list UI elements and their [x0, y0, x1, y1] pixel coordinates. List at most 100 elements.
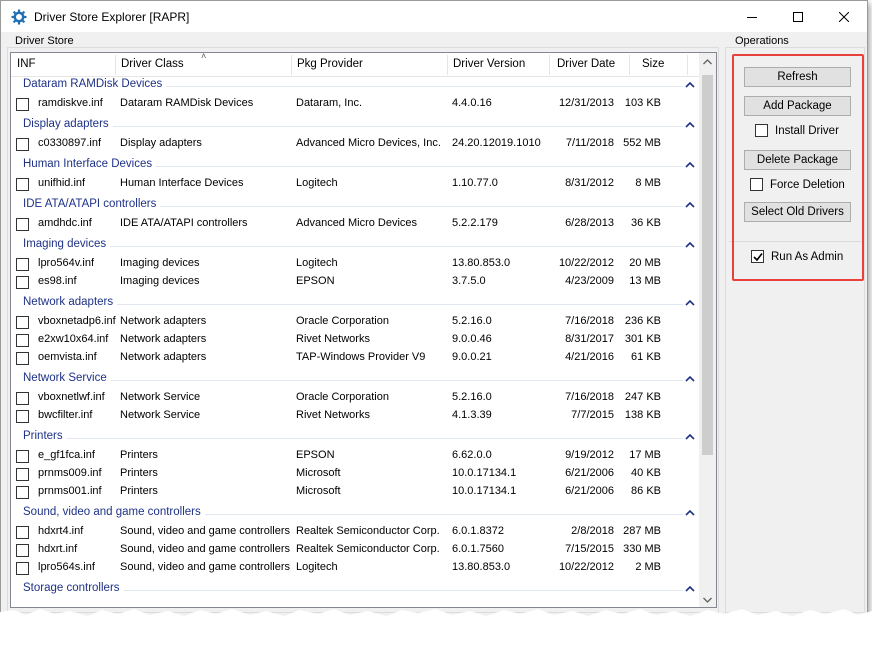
- inf-cell: amdhdc.inf: [38, 217, 92, 229]
- table-row[interactable]: prnms009.inf Printers Microsoft 10.0.17134.…: [11, 465, 701, 483]
- row-checkbox[interactable]: [16, 98, 29, 111]
- table-row[interactable]: hdxrt4.inf Sound, video and game controll…: [11, 523, 701, 541]
- table-row[interactable]: e2xw10x64.inf Network adapters Rivet Netwo…: [11, 331, 701, 349]
- provider-cell: Logitech: [296, 177, 338, 189]
- version-cell: 4.1.3.39: [452, 409, 492, 421]
- table-row[interactable]: oemvista.inf Network adapters TAP-Windows …: [11, 349, 701, 367]
- inf-cell: es98.inf: [38, 275, 77, 287]
- group-header[interactable]: Display adapters: [11, 117, 701, 135]
- driver-list[interactable]: INF Driver Class ˄ Pkg Provider Driver V…: [10, 52, 717, 608]
- vertical-scrollbar[interactable]: [699, 53, 716, 607]
- operations-highlight: [732, 54, 864, 281]
- size-cell: 287 MB: [623, 525, 661, 537]
- collapse-chevron-icon[interactable]: [685, 199, 695, 211]
- group-header[interactable]: Network adapters: [11, 295, 701, 313]
- row-checkbox[interactable]: [16, 392, 29, 405]
- row-checkbox[interactable]: [16, 276, 29, 289]
- collapse-chevron-icon[interactable]: [685, 79, 695, 91]
- provider-cell: Advanced Micro Devices, Inc.: [296, 137, 441, 149]
- table-row[interactable]: vboxnetadp6.inf Network adapters Oracle Co…: [11, 313, 701, 331]
- provider-cell: Oracle Corporation: [296, 391, 389, 403]
- minimize-button[interactable]: [729, 1, 775, 32]
- column-header-driver-version[interactable]: Driver Version: [447, 53, 525, 77]
- collapse-chevron-icon[interactable]: [685, 159, 695, 171]
- group-header[interactable]: Imaging devices: [11, 237, 701, 255]
- table-row[interactable]: lpro564s.inf Sound, video and game contro…: [11, 559, 701, 577]
- table-row[interactable]: prnms001.inf Printers Microsoft 10.0.17134.…: [11, 483, 701, 501]
- table-row[interactable]: e_gf1fca.inf Printers EPSON 6.62.0.0 9/19/20…: [11, 447, 701, 465]
- date-cell: 7/15/2015: [565, 543, 614, 555]
- scroll-up-button[interactable]: [699, 53, 716, 71]
- list-body: Dataram RAMDisk Devices ramdiskve.inf Data…: [11, 77, 701, 599]
- table-row[interactable]: amdhdc.inf IDE ATA/ATAPI controllers Advan…: [11, 215, 701, 233]
- group-header[interactable]: Sound, video and game controllers: [11, 505, 701, 523]
- driver-class-cell: Network Service: [120, 391, 201, 403]
- collapse-chevron-icon[interactable]: [685, 583, 695, 595]
- row-checkbox[interactable]: [16, 138, 29, 151]
- column-header-driver-class[interactable]: Driver Class: [115, 53, 184, 77]
- title-bar[interactable]: Driver Store Explorer [RAPR]: [1, 1, 867, 32]
- group-label: Dataram RAMDisk Devices: [23, 78, 167, 90]
- version-cell: 5.2.16.0: [452, 315, 492, 327]
- row-checkbox[interactable]: [16, 468, 29, 481]
- row-checkbox[interactable]: [16, 316, 29, 329]
- row-checkbox[interactable]: [16, 526, 29, 539]
- row-checkbox[interactable]: [16, 410, 29, 423]
- scroll-thumb[interactable]: [702, 75, 713, 455]
- table-row[interactable]: ramdiskve.inf Dataram RAMDisk Devices Data…: [11, 95, 701, 113]
- app-window: Driver Store Explorer [RAPR] Driver Stor…: [0, 0, 868, 622]
- column-header-driver-date[interactable]: Driver Date: [551, 53, 615, 77]
- row-checkbox[interactable]: [16, 450, 29, 463]
- row-checkbox[interactable]: [16, 352, 29, 365]
- row-checkbox[interactable]: [16, 544, 29, 557]
- driver-class-cell: Network adapters: [120, 351, 207, 363]
- table-row[interactable]: unifhid.inf Human Interface Devices Logite…: [11, 175, 701, 193]
- table-row[interactable]: vboxnetlwf.inf Network Service Oracle Corp…: [11, 389, 701, 407]
- collapse-chevron-icon[interactable]: [685, 431, 695, 443]
- collapse-chevron-icon[interactable]: [685, 373, 695, 385]
- group-label: Sound, video and game controllers: [23, 506, 205, 518]
- maximize-button[interactable]: [775, 1, 821, 32]
- group-label: Network Service: [23, 372, 111, 384]
- sort-ascending-icon: ˄: [201, 52, 207, 61]
- provider-cell: Rivet Networks: [296, 409, 370, 421]
- row-checkbox[interactable]: [16, 562, 29, 575]
- group-header[interactable]: IDE ATA/ATAPI controllers: [11, 197, 701, 215]
- provider-cell: EPSON: [296, 275, 335, 287]
- column-header-pkg-provider[interactable]: Pkg Provider: [291, 53, 363, 77]
- group-divider: [23, 438, 683, 439]
- group-header[interactable]: Printers: [11, 429, 701, 447]
- group-label: Human Interface Devices: [23, 158, 157, 170]
- collapse-chevron-icon[interactable]: [685, 119, 695, 131]
- size-cell: 247 KB: [624, 391, 661, 403]
- row-checkbox[interactable]: [16, 218, 29, 231]
- date-cell: 9/19/2012: [565, 449, 614, 461]
- collapse-chevron-icon[interactable]: [685, 239, 695, 251]
- table-row[interactable]: c0330897.inf Display adapters Advanced Mic…: [11, 135, 701, 153]
- table-row[interactable]: lpro564v.inf Imaging devices Logitech 13.80…: [11, 255, 701, 273]
- row-checkbox[interactable]: [16, 486, 29, 499]
- column-header-inf[interactable]: INF: [11, 53, 36, 77]
- table-row[interactable]: hdxrt.inf Sound, video and game controlle…: [11, 541, 701, 559]
- group-header[interactable]: Storage controllers: [11, 581, 701, 599]
- collapse-chevron-icon[interactable]: [685, 507, 695, 519]
- inf-cell: prnms001.inf: [38, 485, 102, 497]
- group-header[interactable]: Human Interface Devices: [11, 157, 701, 175]
- group-header[interactable]: Network Service: [11, 371, 701, 389]
- size-cell: 8 MB: [635, 177, 661, 189]
- collapse-chevron-icon[interactable]: [685, 297, 695, 309]
- driver-class-cell: Sound, video and game controllers: [120, 543, 290, 555]
- group-header[interactable]: Dataram RAMDisk Devices: [11, 77, 701, 95]
- row-checkbox[interactable]: [16, 334, 29, 347]
- provider-cell: EPSON: [296, 449, 335, 461]
- date-cell: 6/28/2013: [565, 217, 614, 229]
- table-row[interactable]: bwcfilter.inf Network Service Rivet Networ…: [11, 407, 701, 425]
- date-cell: 7/11/2018: [565, 137, 614, 149]
- table-row[interactable]: es98.inf Imaging devices EPSON 3.7.5.0 4/23/…: [11, 273, 701, 291]
- column-header-size[interactable]: Size: [636, 53, 664, 77]
- version-cell: 10.0.17134.1: [452, 467, 517, 479]
- version-cell: 24.20.12019.1010: [452, 137, 541, 149]
- row-checkbox[interactable]: [16, 178, 29, 191]
- row-checkbox[interactable]: [16, 258, 29, 271]
- close-button[interactable]: [821, 1, 867, 32]
